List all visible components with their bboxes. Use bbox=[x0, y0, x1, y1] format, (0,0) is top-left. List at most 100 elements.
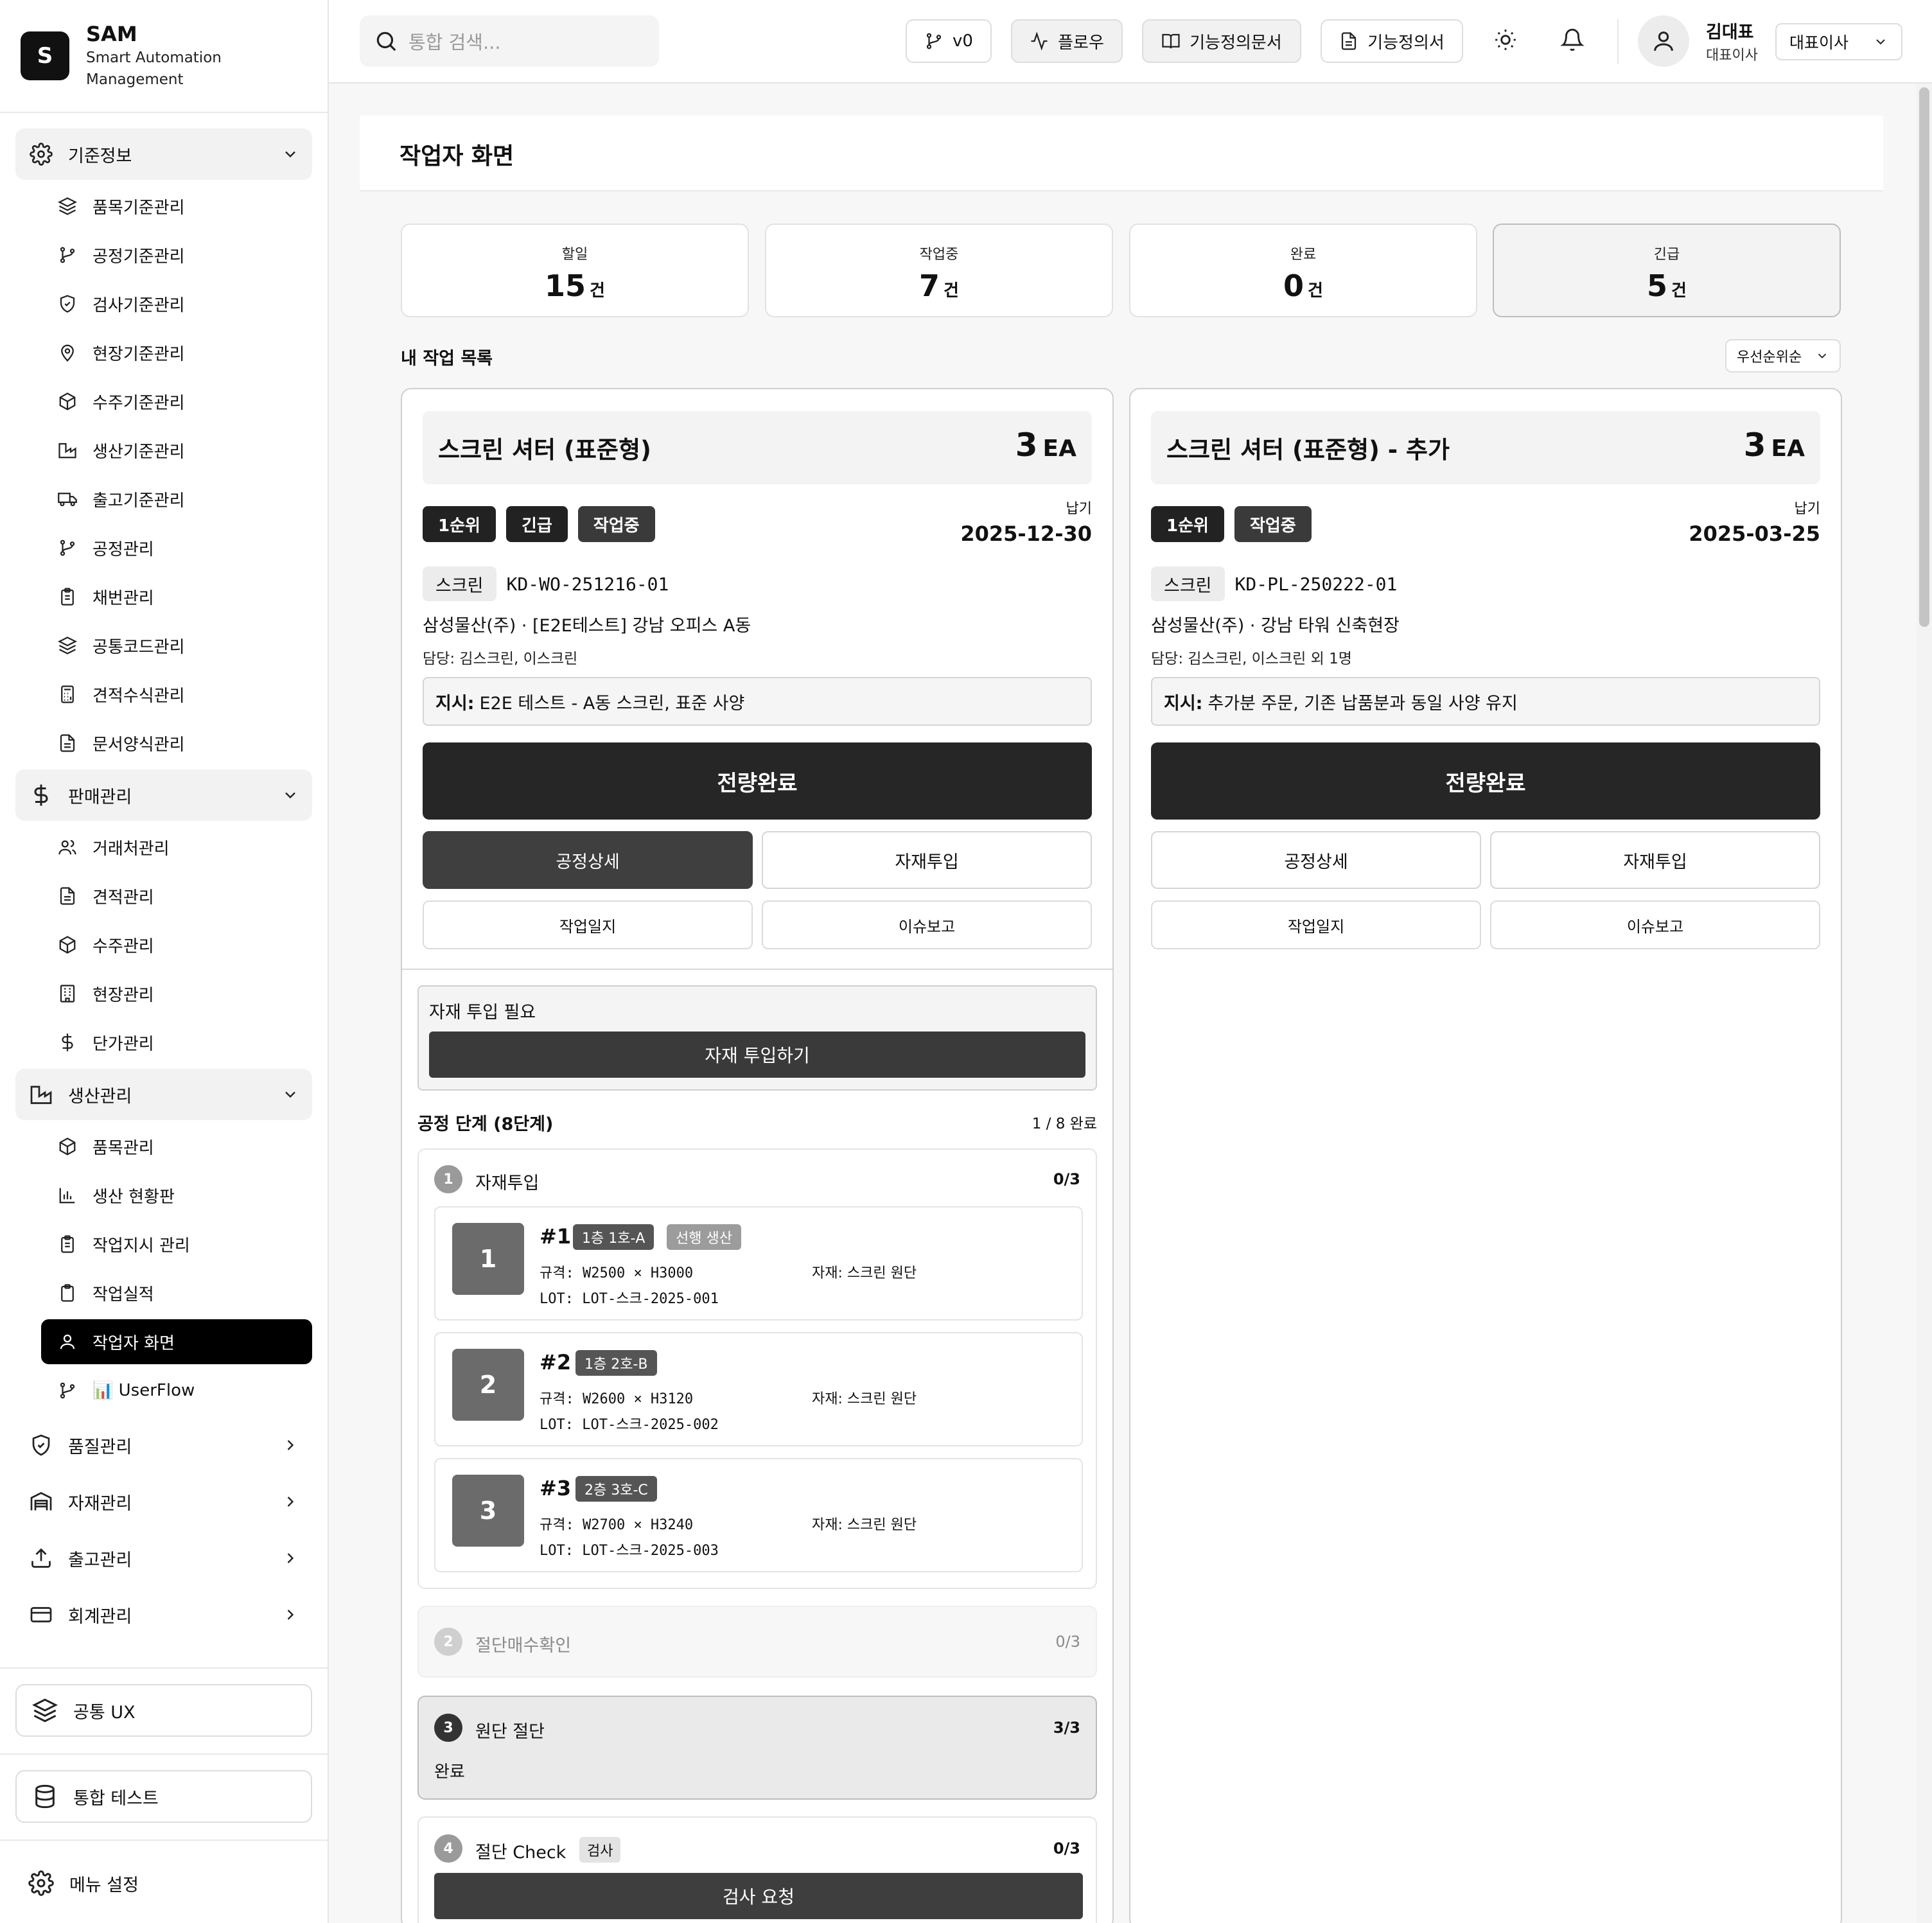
nav-group-label: 출고관리 bbox=[68, 1550, 132, 1570]
sidebar-item-process-standard[interactable]: 공정기준관리 bbox=[41, 233, 312, 277]
document-icon bbox=[57, 732, 78, 754]
menu-settings-button[interactable]: 메뉴 설정 bbox=[15, 1857, 152, 1909]
avatar[interactable] bbox=[1638, 15, 1689, 67]
sidebar-item-numbering[interactable]: 채번관리 bbox=[41, 574, 312, 619]
complete-all-button[interactable]: 전량완료 bbox=[423, 742, 1092, 820]
global-search-input[interactable]: 통합 검색... bbox=[360, 15, 659, 67]
sidebar-item-shipping-standard[interactable]: 출고기준관리 bbox=[41, 477, 312, 522]
role-select[interactable]: 대표이사 bbox=[1775, 23, 1902, 60]
version-button[interactable]: v0 bbox=[906, 19, 992, 63]
sidebar-item-pricing[interactable]: 단가관리 bbox=[41, 1020, 312, 1065]
sort-select[interactable]: 우선순위순 bbox=[1725, 339, 1841, 373]
stat-card-done[interactable]: 완료 0건 bbox=[1129, 224, 1477, 317]
complete-all-button[interactable]: 전량완료 bbox=[1151, 742, 1820, 820]
pre-production-tag: 선행 생산 bbox=[667, 1224, 741, 1250]
search-placeholder: 통합 검색... bbox=[408, 31, 501, 53]
sidebar-item-process-management[interactable]: 공정관리 bbox=[41, 525, 312, 570]
unit-lot: LOT: LOT-스크-2025-002 bbox=[540, 1417, 719, 1433]
process-detail-button[interactable]: 공정상세 bbox=[423, 831, 753, 889]
gear-icon bbox=[28, 1870, 54, 1896]
material-input-button[interactable]: 자재투입 bbox=[1490, 831, 1820, 889]
brand-sub-1: Smart Automation bbox=[86, 49, 222, 66]
sidebar-item-production-standard[interactable]: 생산기준관리 bbox=[41, 428, 312, 473]
chevron-right-icon bbox=[281, 1436, 299, 1454]
sidebar-item-label: 공통코드관리 bbox=[92, 637, 185, 657]
nav-group-production[interactable]: 생산관리 bbox=[15, 1069, 312, 1120]
unit-item[interactable]: 1 #1 1층 1호-A 선행 생산 규격: W2500 × H3000 LOT… bbox=[434, 1206, 1083, 1321]
work-card-qty-unit: EA bbox=[1042, 435, 1076, 462]
sidebar-item-document-template[interactable]: 문서양식관리 bbox=[41, 721, 312, 766]
sidebar-item-orders[interactable]: 수주관리 bbox=[41, 922, 312, 967]
flow-button[interactable]: 플로우 bbox=[1011, 19, 1123, 63]
stat-card-todo[interactable]: 할일 15 건 bbox=[401, 224, 749, 317]
process-detail-button[interactable]: 공정상세 bbox=[1151, 831, 1481, 889]
spec-doc-button[interactable]: 기능정의문서 bbox=[1142, 19, 1301, 63]
process-step-3[interactable]: 3 원단 절단 3/3 완료 bbox=[417, 1696, 1097, 1800]
header-divider bbox=[1617, 19, 1619, 64]
sidebar-item-sites[interactable]: 현장관리 bbox=[41, 971, 312, 1016]
sidebar-item-items[interactable]: 품목관리 bbox=[41, 1124, 312, 1169]
process-step-1[interactable]: 1 자재투입 0/3 1 #1 1층 1호-A 선행 생산 규격: W2500 … bbox=[417, 1148, 1097, 1589]
process-step-2[interactable]: 2 절단매수확인 0/3 bbox=[417, 1606, 1097, 1678]
material-input-now-button[interactable]: 자재 투입하기 bbox=[429, 1032, 1085, 1078]
theme-toggle-sun-icon[interactable] bbox=[1490, 24, 1521, 55]
sidebar-item-site-standard[interactable]: 현장기준관리 bbox=[41, 330, 312, 375]
sidebar-item-worker-screen[interactable]: 작업자 화면 bbox=[41, 1319, 312, 1364]
page-title-bar: 작업자 화면 bbox=[360, 116, 1883, 191]
stat-card-in-progress[interactable]: 작업중 7건 bbox=[765, 224, 1113, 317]
inspection-request-button[interactable]: 검사 요청 bbox=[434, 1873, 1083, 1919]
sidebar-item-dashboard[interactable]: 생산 현황판 bbox=[41, 1173, 312, 1218]
step-count: 0/3 bbox=[1055, 1633, 1080, 1651]
process-step-4[interactable]: 4 절단 Check 검사 0/3 검사 요청 bbox=[417, 1816, 1097, 1923]
search-icon bbox=[374, 29, 408, 53]
manager-info: 담당: 김스크린, 이스크린 bbox=[423, 651, 578, 667]
book-icon bbox=[1161, 31, 1181, 51]
spec-button[interactable]: 기능정의서 bbox=[1321, 19, 1463, 63]
work-log-button[interactable]: 작업일지 bbox=[1151, 900, 1481, 949]
sidebar-item-item-standard[interactable]: 품목기준관리 bbox=[41, 184, 312, 229]
sidebar-item-common-code[interactable]: 공통코드관리 bbox=[41, 623, 312, 668]
sidebar-item-estimates[interactable]: 견적관리 bbox=[41, 874, 312, 918]
integration-test-button[interactable]: 통합 테스트 bbox=[15, 1770, 312, 1823]
sidebar-item-label: 작업자 화면 bbox=[92, 1333, 175, 1353]
location-tag: 1층 2호-B bbox=[575, 1350, 657, 1376]
top-header: 통합 검색... v0 플로우 기능정의문서 기능정의서 김대표 대표이사 대표… bbox=[329, 0, 1932, 83]
unit-number-box: 2 bbox=[452, 1349, 524, 1421]
issue-report-button[interactable]: 이슈보고 bbox=[1490, 900, 1820, 949]
sidebar-item-work-orders[interactable]: 작업지시 관리 bbox=[41, 1222, 312, 1267]
issue-report-button[interactable]: 이슈보고 bbox=[762, 900, 1092, 949]
material-input-button[interactable]: 자재투입 bbox=[762, 831, 1092, 889]
page-scrollbar-thumb[interactable] bbox=[1919, 87, 1929, 627]
nav-group-accounting[interactable]: 회계관리 bbox=[15, 1586, 312, 1643]
nav-group-master[interactable]: 기준정보 bbox=[15, 128, 312, 180]
nav-group-sales[interactable]: 판매관리 bbox=[15, 769, 312, 821]
work-log-button[interactable]: 작업일지 bbox=[423, 900, 753, 949]
priority-badge: 1순위 bbox=[1151, 506, 1224, 542]
nav-group-materials[interactable]: 자재관리 bbox=[15, 1473, 312, 1530]
nav-group-shipping[interactable]: 출고관리 bbox=[15, 1530, 312, 1586]
user-icon bbox=[1651, 28, 1676, 54]
process-steps-title: 공정 단계 (8단계) bbox=[417, 1114, 554, 1134]
unit-spec: 규격: W2700 × H3240 bbox=[540, 1517, 694, 1533]
nav-group-quality[interactable]: 품질관리 bbox=[15, 1417, 312, 1473]
brand[interactable]: S SAM Smart Automation Management bbox=[0, 0, 328, 113]
sidebar-item-inspection-standard[interactable]: 검사기준관리 bbox=[41, 281, 312, 326]
unit-item[interactable]: 3 #3 2층 3호-C 규격: W2700 × H3240 LOT: LOT-… bbox=[434, 1458, 1083, 1572]
stat-card-urgent[interactable]: 긴급 5건 bbox=[1493, 224, 1841, 317]
sidebar-item-results[interactable]: 작업실적 bbox=[41, 1270, 312, 1315]
sidebar-item-userflow[interactable]: 📊 UserFlow bbox=[41, 1368, 312, 1413]
sidebar-item-clients[interactable]: 거래처관리 bbox=[41, 825, 312, 870]
warehouse-icon bbox=[28, 1489, 54, 1515]
unit-item[interactable]: 2 #2 1층 2호-B 규격: W2600 × H3120 LOT: LOT-… bbox=[434, 1332, 1083, 1446]
nav-group-label: 품질관리 bbox=[68, 1437, 132, 1457]
sidebar-item-order-standard[interactable]: 수주기준관리 bbox=[41, 379, 312, 424]
work-order-code: KD-WO-251216-01 bbox=[506, 573, 669, 595]
sidebar-item-estimate-formula[interactable]: 견적수식관리 bbox=[41, 672, 312, 717]
bell-icon[interactable] bbox=[1557, 24, 1588, 55]
status-badge: 작업중 bbox=[1234, 506, 1312, 542]
stat-label: 완료 bbox=[1290, 247, 1317, 263]
bar-chart-icon bbox=[57, 1184, 78, 1206]
common-ux-button[interactable]: 공통 UX bbox=[15, 1684, 312, 1737]
nav-group-label: 회계관리 bbox=[68, 1606, 132, 1627]
branch-icon bbox=[57, 537, 78, 559]
